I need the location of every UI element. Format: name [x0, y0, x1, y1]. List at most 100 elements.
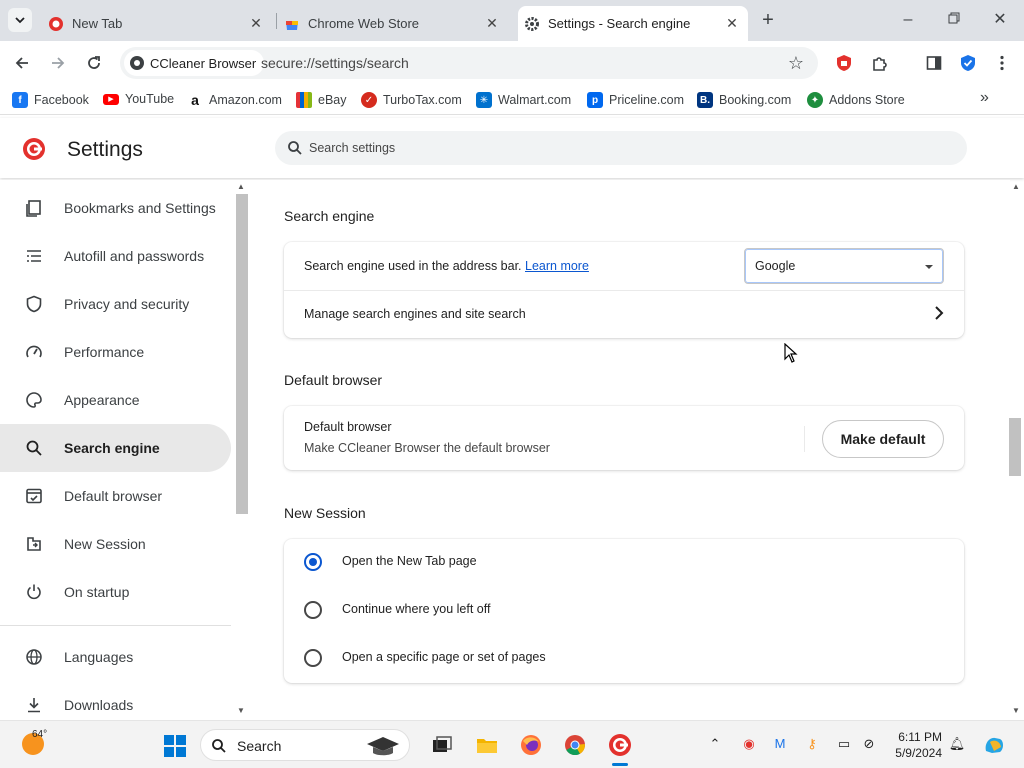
bookmark-walmart[interactable]: ✳ Walmart.com [476, 92, 571, 108]
sidebar-item-autofill[interactable]: Autofill and passwords [0, 232, 231, 280]
ccleaner-browser-icon [130, 56, 144, 70]
site-info-chip[interactable]: CCleaner Browser [124, 50, 265, 76]
display-tray-icon[interactable]: ▭ [835, 735, 853, 753]
sidebar-item-label: Privacy and security [64, 296, 190, 312]
firefox-icon[interactable] [519, 733, 543, 757]
radio-option-new-tab[interactable]: Open the New Tab page [284, 539, 964, 587]
bookmark-youtube[interactable]: ▶ YouTube [103, 92, 174, 106]
ccleaner-browser-taskbar-icon[interactable] [608, 733, 632, 757]
sidebar-item-privacy[interactable]: Privacy and security [0, 280, 231, 328]
bookmark-star-icon[interactable]: ☆ [788, 53, 804, 74]
taskbar-search-box[interactable]: Search [200, 729, 410, 761]
windows-start-icon[interactable] [164, 735, 186, 757]
forward-arrow-icon[interactable] [48, 53, 68, 73]
bookmark-label: Addons Store [829, 93, 905, 107]
restore-icon[interactable] [944, 10, 964, 30]
back-arrow-icon[interactable] [12, 53, 32, 73]
bookmark-amazon[interactable]: a Amazon.com [187, 92, 282, 108]
scroll-down-arrow-icon[interactable]: ▼ [237, 706, 245, 715]
bookmark-turbotax[interactable]: ✓ TurboTax.com [361, 92, 462, 108]
sidebar-item-languages[interactable]: Languages [0, 633, 231, 681]
close-tab-icon[interactable]: ✕ [248, 15, 264, 31]
reload-icon[interactable] [84, 53, 104, 73]
search-engine-description: Search engine used in the address bar. [304, 259, 522, 273]
bookmarks-overflow-icon[interactable]: » [980, 89, 989, 107]
security-shield-icon[interactable] [958, 53, 978, 73]
network-tray-icon[interactable]: ⊘ [860, 735, 878, 753]
page-scroll-up-arrow-icon[interactable]: ▲ [1012, 182, 1020, 191]
active-app-indicator [612, 763, 628, 766]
section-heading-new-session: New Session [284, 505, 366, 521]
tab-new-tab[interactable]: New Tab ✕ [46, 6, 272, 41]
close-tab-icon[interactable]: ✕ [724, 15, 740, 31]
more-menu-icon[interactable] [992, 53, 1012, 73]
key-tray-icon[interactable]: ⚷ [803, 735, 821, 753]
settings-search-field[interactable] [275, 131, 967, 165]
tab-settings[interactable]: Settings - Search engine ✕ [518, 6, 748, 41]
search-input[interactable] [309, 131, 949, 165]
close-window-icon[interactable]: ✕ [990, 10, 1010, 30]
sidebar-item-on-startup[interactable]: On startup [0, 568, 231, 616]
tab-title: New Tab [72, 16, 123, 31]
sidebar-item-performance[interactable]: Performance [0, 328, 231, 376]
priceline-icon: p [587, 92, 603, 108]
bookmark-priceline[interactable]: p Priceline.com [587, 92, 684, 108]
search-engine-row-label: Search engine used in the address bar. L… [304, 259, 589, 273]
settings-header: Settings [0, 118, 1024, 178]
task-view-icon[interactable] [430, 733, 454, 757]
site-chip-label: CCleaner Browser [150, 55, 257, 71]
close-tab-icon[interactable]: ✕ [484, 15, 500, 31]
chevron-right-icon[interactable] [934, 306, 944, 320]
bookmark-addons-store[interactable]: ✦ Addons Store [807, 92, 905, 108]
notification-bell-icon[interactable]: 🔔︎ [948, 735, 966, 753]
tab-search-button[interactable] [8, 8, 32, 32]
download-icon [24, 695, 44, 715]
search-icon [288, 141, 302, 155]
learn-more-link[interactable]: Learn more [525, 259, 589, 273]
radio-button-checked[interactable] [304, 553, 322, 571]
search-engine-dropdown[interactable]: Google [744, 248, 944, 284]
file-explorer-icon[interactable] [475, 733, 499, 757]
tab-separator [276, 13, 277, 29]
radio-button[interactable] [304, 601, 322, 619]
section-heading-search-engine: Search engine [284, 208, 375, 224]
gear-icon [525, 16, 539, 31]
copilot-icon[interactable] [982, 733, 1006, 757]
url-text[interactable]: secure://settings/search [261, 55, 409, 71]
address-bar[interactable]: CCleaner Browser secure://settings/searc… [120, 47, 818, 79]
page-scrollbar-thumb[interactable] [1009, 418, 1021, 476]
bookmark-label: Walmart.com [498, 93, 572, 107]
manage-search-engines-row[interactable]: Manage search engines and site search [284, 291, 964, 338]
speedometer-icon [24, 342, 44, 362]
malwarebytes-tray-icon[interactable]: M [771, 735, 789, 753]
minimize-icon[interactable]: – [898, 10, 918, 30]
tab-chrome-web-store[interactable]: Chrome Web Store ✕ [284, 6, 508, 41]
sidebar-item-appearance[interactable]: Appearance [0, 376, 231, 424]
bookmark-booking[interactable]: B. Booking.com [697, 92, 791, 108]
sidebar-scrollbar-thumb[interactable] [236, 194, 248, 514]
side-panel-icon[interactable] [924, 53, 944, 73]
page-scroll-down-arrow-icon[interactable]: ▼ [1012, 706, 1020, 715]
chrome-icon[interactable] [563, 733, 587, 757]
adblock-shield-icon[interactable] [834, 53, 854, 73]
sidebar-item-downloads[interactable]: Downloads [0, 681, 231, 720]
radio-button[interactable] [304, 649, 322, 667]
scroll-up-arrow-icon[interactable]: ▲ [237, 182, 245, 191]
make-default-button[interactable]: Make default [822, 420, 944, 458]
sidebar-item-new-session[interactable]: New Session [0, 520, 231, 568]
sidebar-item-label: Performance [64, 344, 145, 360]
radio-option-continue[interactable]: Continue where you left off [284, 587, 964, 635]
system-clock[interactable]: 6:11 PM 5/9/2024 [886, 730, 942, 760]
extensions-puzzle-icon[interactable] [870, 53, 890, 73]
sidebar-item-bookmarks-and-settings[interactable]: Bookmarks and Settings [0, 184, 231, 232]
new-tab-button[interactable]: + [758, 10, 778, 30]
bookmark-facebook[interactable]: f Facebook [12, 92, 89, 108]
sidebar-item-default-browser[interactable]: Default browser [0, 472, 231, 520]
bookmark-ebay[interactable]: eBay [296, 92, 347, 108]
radio-option-specific-pages[interactable]: Open a specific page or set of pages [284, 635, 964, 683]
ccleaner-logo-icon [23, 138, 45, 160]
ccleaner-tray-icon[interactable]: ◉ [740, 735, 758, 753]
chevron-down-icon [15, 17, 25, 24]
tray-overflow-chevron-icon[interactable]: ⌃ [706, 735, 724, 753]
sidebar-item-search-engine[interactable]: Search engine [0, 424, 231, 472]
